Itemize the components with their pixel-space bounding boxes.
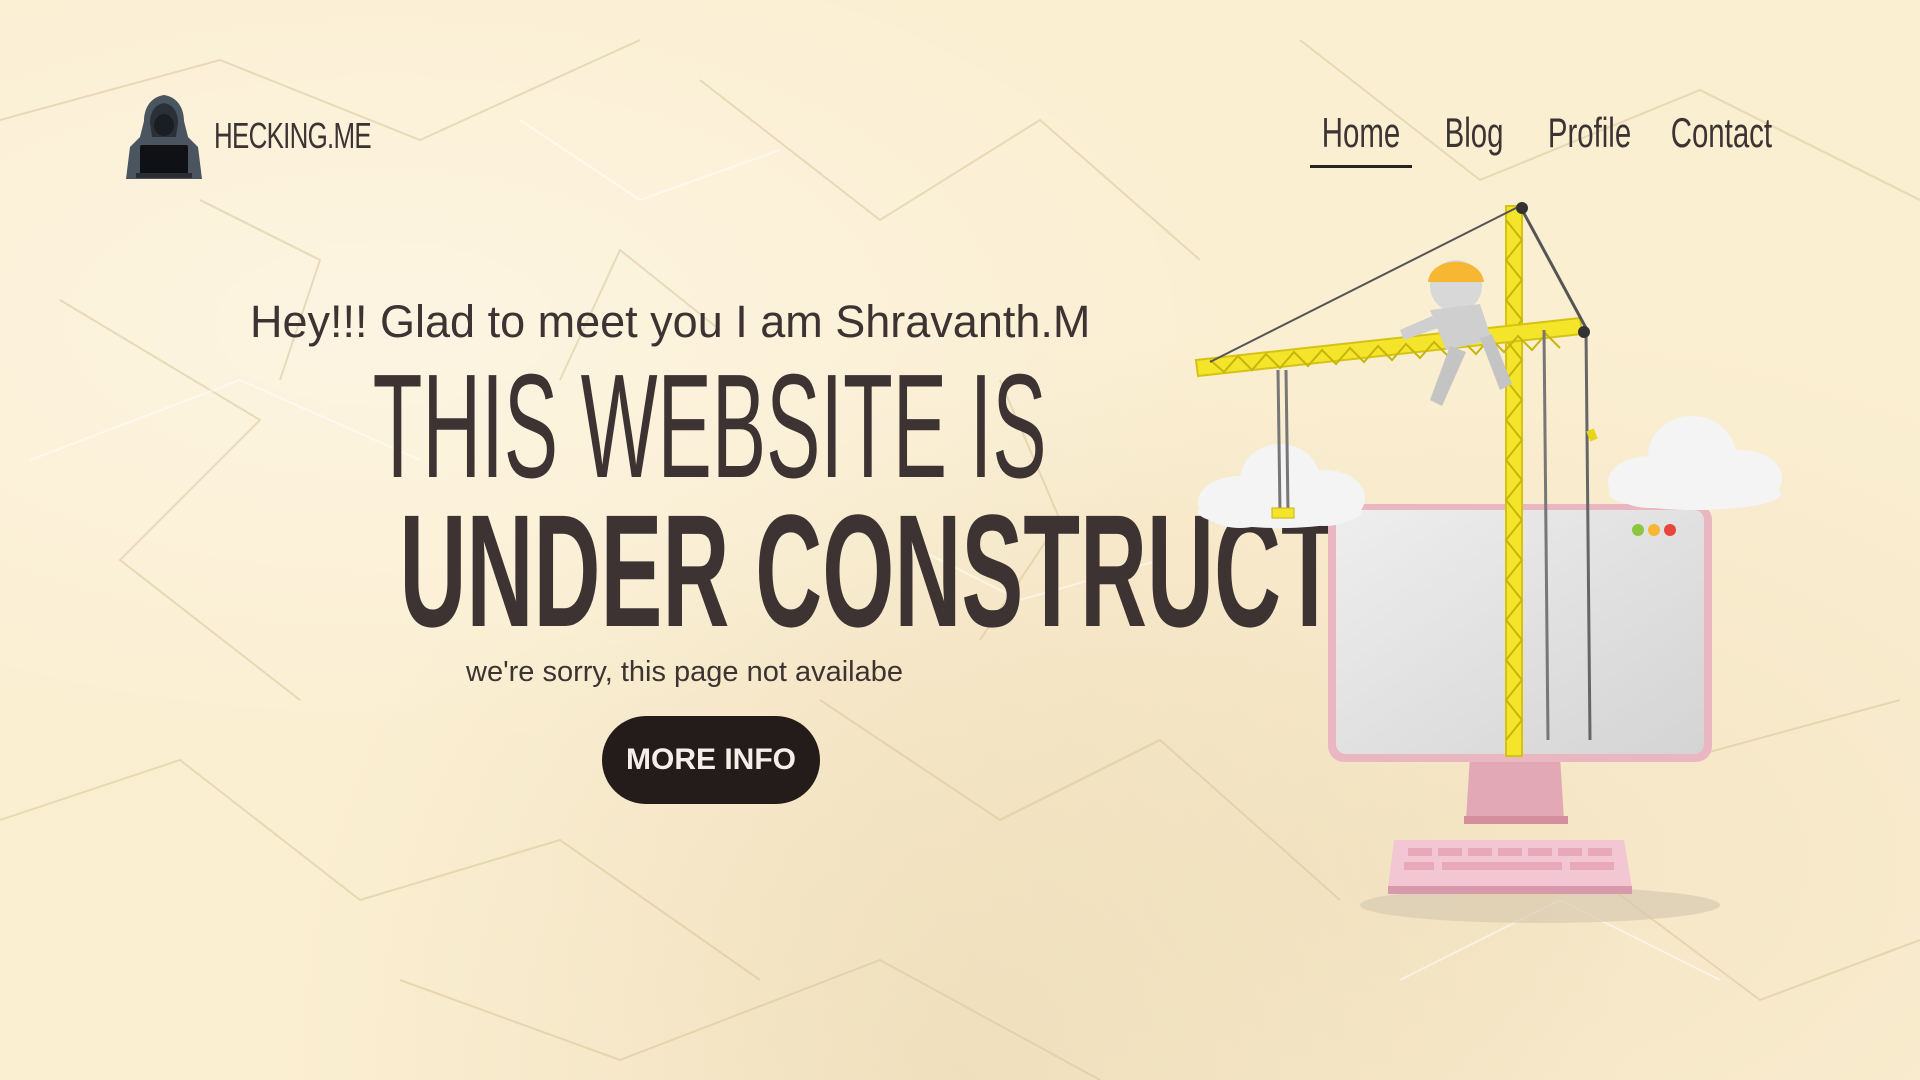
nav-blog[interactable]: Blog bbox=[1440, 100, 1508, 166]
nav-home[interactable]: Home bbox=[1310, 100, 1412, 168]
cloud-right bbox=[1608, 416, 1782, 510]
more-info-button[interactable]: MORE INFO bbox=[602, 716, 820, 804]
crane-building-monitor-illustration bbox=[1194, 202, 1782, 923]
nav-contact[interactable]: Contact bbox=[1668, 100, 1774, 166]
nav-profile[interactable]: Profile bbox=[1544, 100, 1636, 166]
subtext: we're sorry, this page not availabe bbox=[466, 656, 904, 688]
monitor-stand bbox=[1466, 756, 1564, 820]
main-nav: Home Blog Profile Contact bbox=[0, 100, 1920, 170]
greeting-text: Hey!!! Glad to meet you I am Shravanth.M bbox=[250, 296, 1091, 347]
